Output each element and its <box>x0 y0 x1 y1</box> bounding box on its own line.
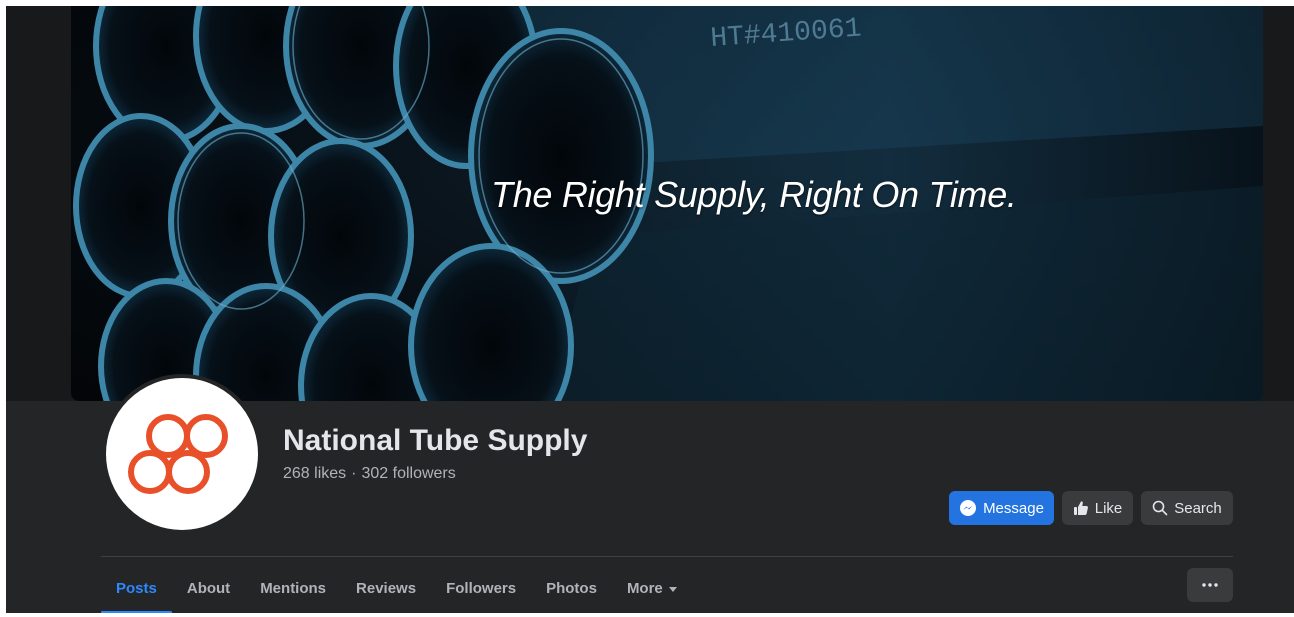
message-button[interactable]: Message <box>949 491 1054 525</box>
tab-more[interactable]: More <box>612 562 692 613</box>
tab-about[interactable]: About <box>172 562 245 613</box>
search-icon <box>1152 500 1168 516</box>
page-title: National Tube Supply <box>283 424 588 457</box>
tab-mentions[interactable]: Mentions <box>245 562 341 613</box>
message-label: Message <box>983 499 1044 517</box>
search-label: Search <box>1174 499 1222 517</box>
cover-tagline: The Right Supply, Right On Time. <box>491 174 1017 215</box>
tab-label: More <box>626 579 663 597</box>
tab-label: About <box>186 579 231 597</box>
page-avatar[interactable] <box>102 374 262 534</box>
thumbs-up-icon <box>1073 501 1088 515</box>
page-frame: HT#410061 The Right Supply, Right On Tim… <box>6 6 1294 613</box>
ellipsis-icon <box>1202 583 1218 587</box>
tab-photos[interactable]: Photos <box>531 562 612 613</box>
like-label: Like <box>1094 499 1123 517</box>
tab-label: Mentions <box>260 579 327 597</box>
logo-rings-icon <box>128 414 228 494</box>
like-button[interactable]: Like <box>1062 491 1133 525</box>
tab-label: Photos <box>546 579 597 597</box>
tab-reviews[interactable]: Reviews <box>341 562 431 613</box>
likes-count[interactable]: 268 likes <box>283 465 346 482</box>
followers-count[interactable]: 302 followers <box>361 465 455 482</box>
tab-label: Followers <box>446 579 517 597</box>
stats-separator: · <box>351 465 357 482</box>
messenger-icon <box>960 500 977 516</box>
caret-down-icon <box>668 586 677 592</box>
tab-label: Posts <box>116 579 157 597</box>
tab-label: Reviews <box>356 579 417 597</box>
more-options-button[interactable] <box>1187 568 1233 602</box>
page-tabs: Posts About Mentions Reviews Followers P… <box>101 562 692 613</box>
header-divider <box>101 556 1233 557</box>
search-button[interactable]: Search <box>1141 491 1233 525</box>
page-stats: 268 likes · 302 followers <box>283 465 456 483</box>
tab-posts[interactable]: Posts <box>101 562 172 613</box>
cover-photo[interactable]: HT#410061 The Right Supply, Right On Tim… <box>71 6 1263 401</box>
tab-followers[interactable]: Followers <box>431 562 531 613</box>
